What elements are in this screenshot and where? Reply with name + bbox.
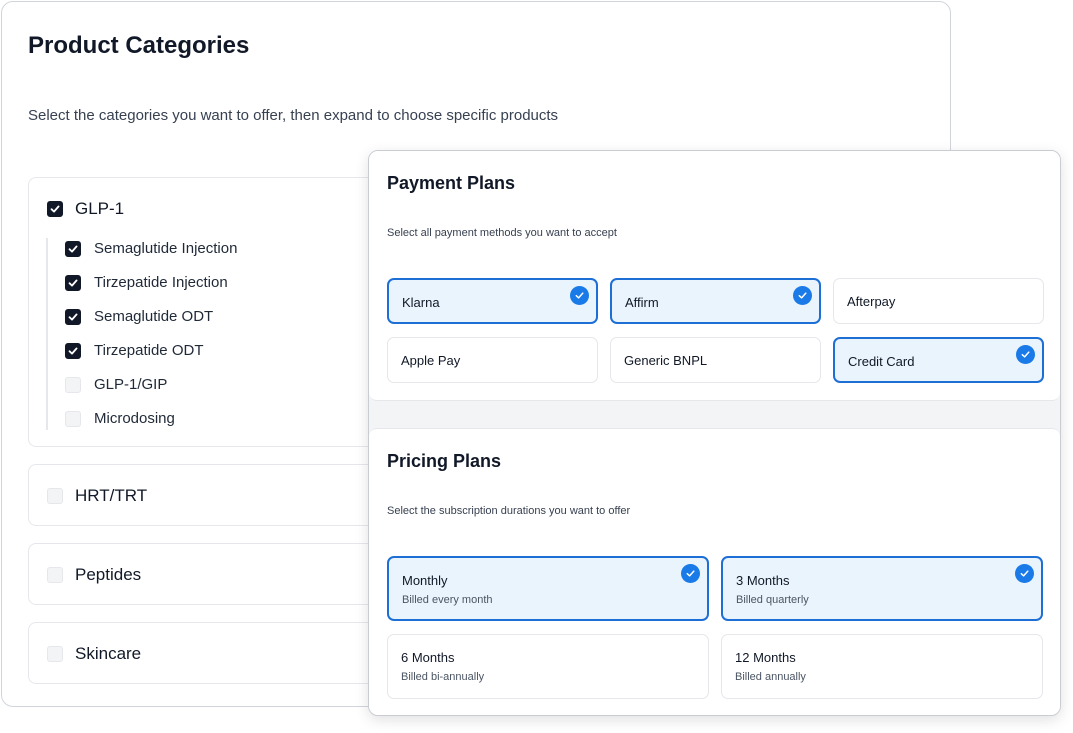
payment-option-label: Credit Card (848, 354, 915, 369)
pricing-option-monthly[interactable]: Monthly Billed every month (387, 556, 709, 621)
subcategory-label: Semaglutide ODT (94, 308, 214, 325)
pricing-option-description: Billed annually (735, 671, 806, 683)
pricing-option-6-months[interactable]: 6 Months Billed bi-annually (387, 634, 709, 699)
pricing-option-12-months[interactable]: 12 Months Billed annually (721, 634, 1043, 699)
subcategory-label: Tirzepatide Injection (94, 274, 228, 291)
payment-option-generic-bnpl[interactable]: Generic BNPL (610, 337, 821, 383)
pricing-option-label: 12 Months (735, 650, 796, 665)
category-header-hrt-trt[interactable]: HRT/TRT (47, 486, 147, 506)
checkbox-checked-icon[interactable] (65, 240, 81, 257)
payment-option-label: Klarna (402, 295, 440, 310)
checkbox-unchecked-icon[interactable] (47, 567, 63, 583)
pricing-option-3-months[interactable]: 3 Months Billed quarterly (721, 556, 1043, 621)
payment-option-afterpay[interactable]: Afterpay (833, 278, 1044, 324)
category-header-glp1[interactable]: GLP-1 (47, 199, 124, 219)
subcategory-item-semaglutide-injection[interactable]: Semaglutide Injection (65, 240, 237, 257)
check-circle-icon (681, 564, 700, 583)
subcategory-label: Microdosing (94, 410, 175, 427)
subcategory-item-glp1-gip[interactable]: GLP-1/GIP (65, 376, 167, 393)
checkbox-checked-icon[interactable] (65, 308, 81, 325)
checkbox-unchecked-icon[interactable] (47, 488, 63, 504)
subcategory-item-microdosing[interactable]: Microdosing (65, 410, 175, 427)
pricing-plans-section: Pricing Plans Select the subscription du… (369, 428, 1060, 715)
category-label: Skincare (75, 644, 142, 663)
category-header-peptides[interactable]: Peptides (47, 565, 141, 585)
checkbox-checked-icon[interactable] (65, 274, 81, 291)
payment-option-affirm[interactable]: Affirm (610, 278, 821, 324)
payment-option-label: Affirm (625, 295, 659, 310)
check-circle-icon (793, 286, 812, 305)
check-circle-icon (1016, 345, 1035, 364)
subcategory-label: Semaglutide Injection (94, 240, 238, 257)
subcategory-list (46, 238, 48, 430)
pricing-option-label: Monthly (402, 573, 448, 588)
page-title: Product Categories (28, 32, 250, 59)
payment-plans-section: Payment Plans Select all payment methods… (369, 151, 1060, 401)
payment-option-klarna[interactable]: Klarna (387, 278, 598, 324)
category-label: Peptides (75, 565, 142, 584)
subcategory-label: Tirzepatide ODT (94, 342, 204, 359)
pricing-plans-subtitle: Select the subscription durations you wa… (387, 505, 631, 517)
check-circle-icon (1015, 564, 1034, 583)
pricing-plans-title: Pricing Plans (387, 451, 502, 471)
payment-option-label: Apple Pay (401, 353, 461, 368)
pricing-option-description: Billed bi-annually (401, 671, 485, 683)
pricing-option-description: Billed every month (402, 594, 493, 606)
payment-option-label: Generic BNPL (624, 353, 708, 368)
pricing-option-description: Billed quarterly (736, 594, 809, 606)
pricing-option-label: 3 Months (736, 573, 790, 588)
category-label: GLP-1 (75, 199, 125, 218)
checkbox-unchecked-icon[interactable] (65, 410, 81, 427)
payment-option-credit-card[interactable]: Credit Card (833, 337, 1044, 383)
subcategory-item-tirzepatide-injection[interactable]: Tirzepatide Injection (65, 274, 228, 291)
plans-panel: Payment Plans Select all payment methods… (368, 150, 1061, 716)
category-header-skincare[interactable]: Skincare (47, 644, 141, 664)
checkbox-unchecked-icon[interactable] (47, 646, 63, 662)
payment-plans-title: Payment Plans (387, 173, 516, 193)
payment-option-label: Afterpay (847, 294, 896, 309)
payment-option-apple-pay[interactable]: Apple Pay (387, 337, 598, 383)
checkbox-checked-icon[interactable] (65, 342, 81, 359)
subcategory-item-semaglutide-odt[interactable]: Semaglutide ODT (65, 308, 213, 325)
subcategory-item-tirzepatide-odt[interactable]: Tirzepatide ODT (65, 342, 203, 359)
checkbox-unchecked-icon[interactable] (65, 376, 81, 393)
payment-plans-subtitle: Select all payment methods you want to a… (387, 227, 617, 239)
pricing-option-label: 6 Months (401, 650, 455, 665)
category-label: HRT/TRT (75, 486, 148, 505)
subcategory-label: GLP-1/GIP (94, 376, 168, 393)
checkbox-checked-icon[interactable] (47, 201, 63, 217)
page-subtitle: Select the categories you want to offer,… (28, 107, 559, 124)
check-circle-icon (570, 286, 589, 305)
